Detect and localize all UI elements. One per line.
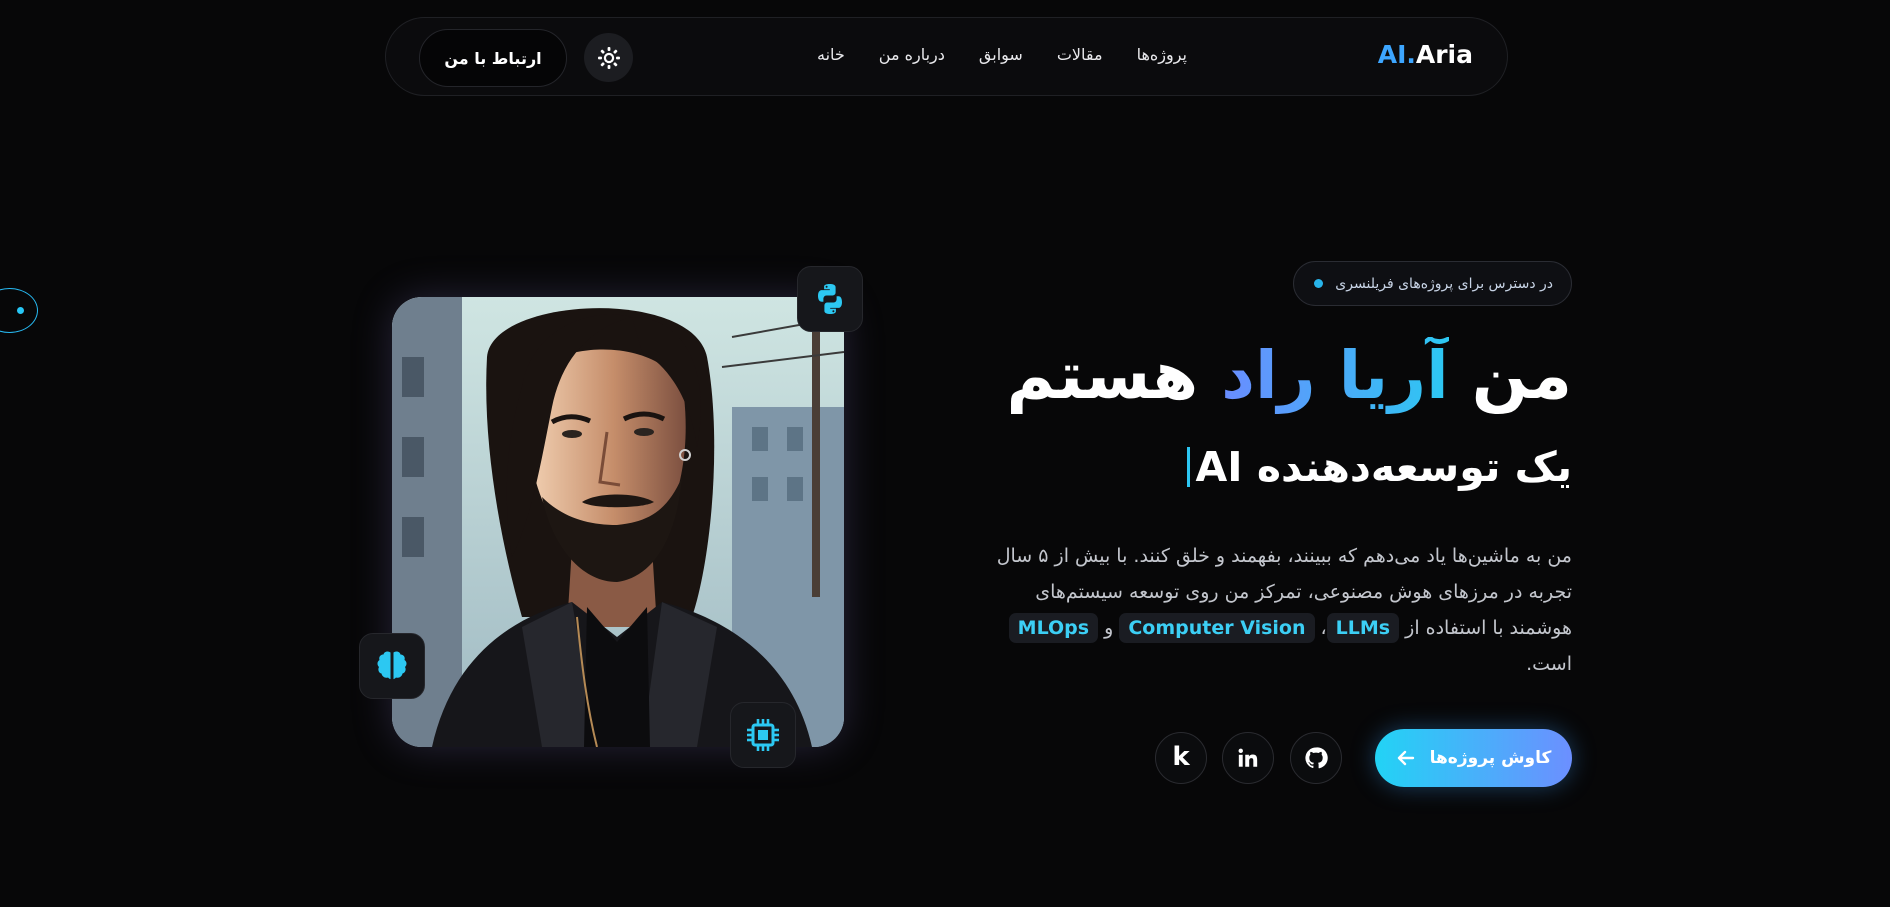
theme-toggle-button[interactable] <box>584 33 633 82</box>
kaggle-link[interactable]: k <box>1155 732 1207 784</box>
profile-portrait <box>392 297 844 747</box>
hero-description: من به ماشین‌ها یاد می‌دهم که ببینند، بفه… <box>972 538 1572 682</box>
brain-badge <box>359 633 425 699</box>
tag-llms: LLMs <box>1326 613 1400 643</box>
typing-cursor <box>1186 447 1190 487</box>
contact-button[interactable]: ارتباط با من <box>419 29 567 87</box>
headline-suffix: هستم <box>1006 337 1222 414</box>
cta-label: کاوش پروژه‌ها <box>1429 748 1552 768</box>
nav-link-articles[interactable]: مقالات <box>1057 45 1103 64</box>
subheadline-text: یک توسعه‌دهنده AI <box>1195 443 1572 491</box>
nav-link-home[interactable]: خانه <box>817 45 845 64</box>
headline-prefix: من <box>1448 337 1572 414</box>
explore-projects-button[interactable]: کاوش پروژه‌ها <box>1375 729 1572 787</box>
brain-icon <box>377 651 407 680</box>
logo-name-part: Aria <box>1415 40 1473 69</box>
arrow-left-icon <box>1397 750 1414 766</box>
github-icon <box>1305 747 1328 769</box>
python-badge <box>797 266 863 332</box>
nav-link-experience[interactable]: سوابق <box>979 45 1023 64</box>
portrait-illustration <box>392 297 844 747</box>
kaggle-icon: k <box>1172 741 1190 772</box>
nav-links: خانه درباره من سوابق مقالات پروژه‌ها <box>817 45 1187 64</box>
status-dot <box>1314 279 1324 288</box>
hero-headline: من آریا راد هستم <box>1007 330 1573 422</box>
logo-ai-part: AI. <box>1377 40 1416 69</box>
side-scroll-indicator[interactable] <box>0 288 38 333</box>
linkedin-icon <box>1238 748 1258 767</box>
availability-text: در دسترس برای پروژه‌های فریلنسری <box>1335 275 1553 292</box>
headline-name: آریا راد <box>1221 337 1449 414</box>
sun-icon <box>597 46 620 69</box>
availability-badge: در دسترس برای پروژه‌های فریلنسری <box>1293 261 1572 306</box>
indicator-dot <box>17 307 24 314</box>
description-sep: و <box>1098 617 1120 639</box>
description-sep: ، <box>1314 617 1327 639</box>
tag-computer-vision: Computer Vision <box>1119 613 1315 643</box>
nav-link-about[interactable]: درباره من <box>879 45 945 64</box>
hero-subheadline: یک توسعه‌دهنده AI <box>1186 438 1572 496</box>
tag-mlops: MLOps <box>1008 613 1099 643</box>
github-link[interactable] <box>1290 732 1342 784</box>
chip-icon <box>747 719 779 751</box>
site-logo[interactable]: AI.Aria <box>1378 40 1473 69</box>
nav-link-projects[interactable]: پروژه‌ها <box>1137 45 1187 64</box>
python-icon <box>818 284 842 314</box>
chip-badge <box>730 702 796 768</box>
linkedin-link[interactable] <box>1222 732 1274 784</box>
top-navbar: AI.Aria خانه درباره من سوابق مقالات پروژ… <box>385 17 1508 96</box>
description-end: است. <box>1526 653 1572 675</box>
